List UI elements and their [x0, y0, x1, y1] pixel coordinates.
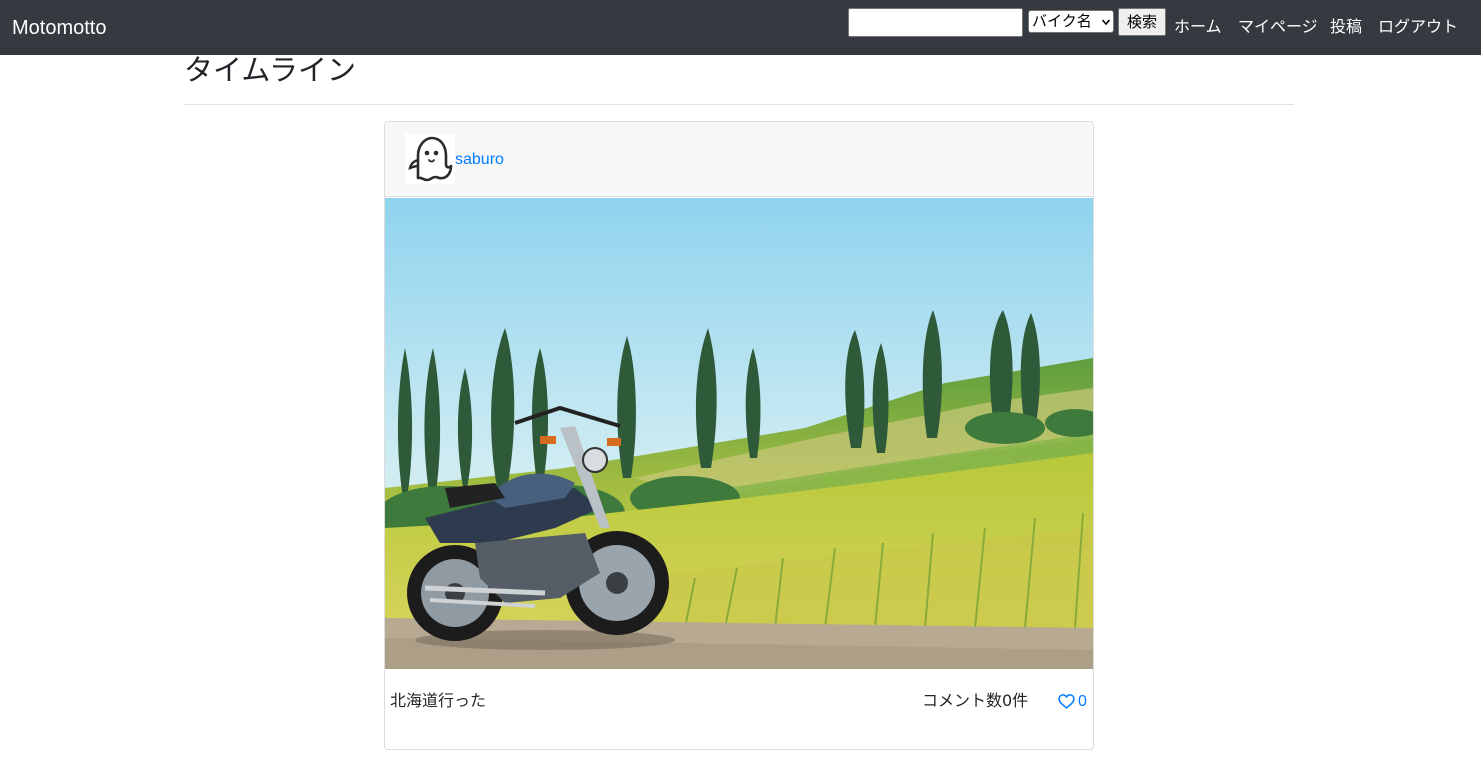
post-card-header: saburo [385, 122, 1093, 197]
like-count: 0 [1078, 693, 1087, 710]
search-button[interactable]: 検索 [1118, 8, 1166, 36]
heart-outline-icon [1058, 694, 1075, 709]
post-image[interactable] [385, 198, 1093, 669]
nav-link-logout[interactable]: ログアウト [1378, 16, 1458, 38]
post-card: saburo 北海道行った コメント数0件 0 [384, 121, 1094, 750]
post-username[interactable]: saburo [455, 151, 504, 169]
page-title: タイムライン [184, 53, 356, 87]
comment-count[interactable]: コメント数0件 [922, 690, 1028, 712]
nav-link-mypage[interactable]: マイページ [1238, 16, 1318, 38]
chevron-down-icon [1102, 19, 1110, 26]
post-caption: 北海道行った [390, 691, 487, 710]
search-input[interactable] [848, 8, 1023, 37]
search-category-value: バイク名 [1032, 12, 1092, 30]
nav-link-post[interactable]: 投稿 [1330, 16, 1362, 38]
ghost-icon [408, 136, 453, 182]
nav-link-home[interactable]: ホーム [1174, 16, 1222, 38]
motorcycle-photo [385, 198, 1093, 669]
avatar[interactable] [405, 134, 455, 184]
top-navbar: Motomotto バイク名 検索 ホーム マイページ 投稿 ログアウト [0, 0, 1481, 55]
search-category-select[interactable]: バイク名 [1028, 10, 1114, 33]
title-divider [184, 104, 1294, 105]
brand-logo[interactable]: Motomotto [12, 16, 106, 40]
